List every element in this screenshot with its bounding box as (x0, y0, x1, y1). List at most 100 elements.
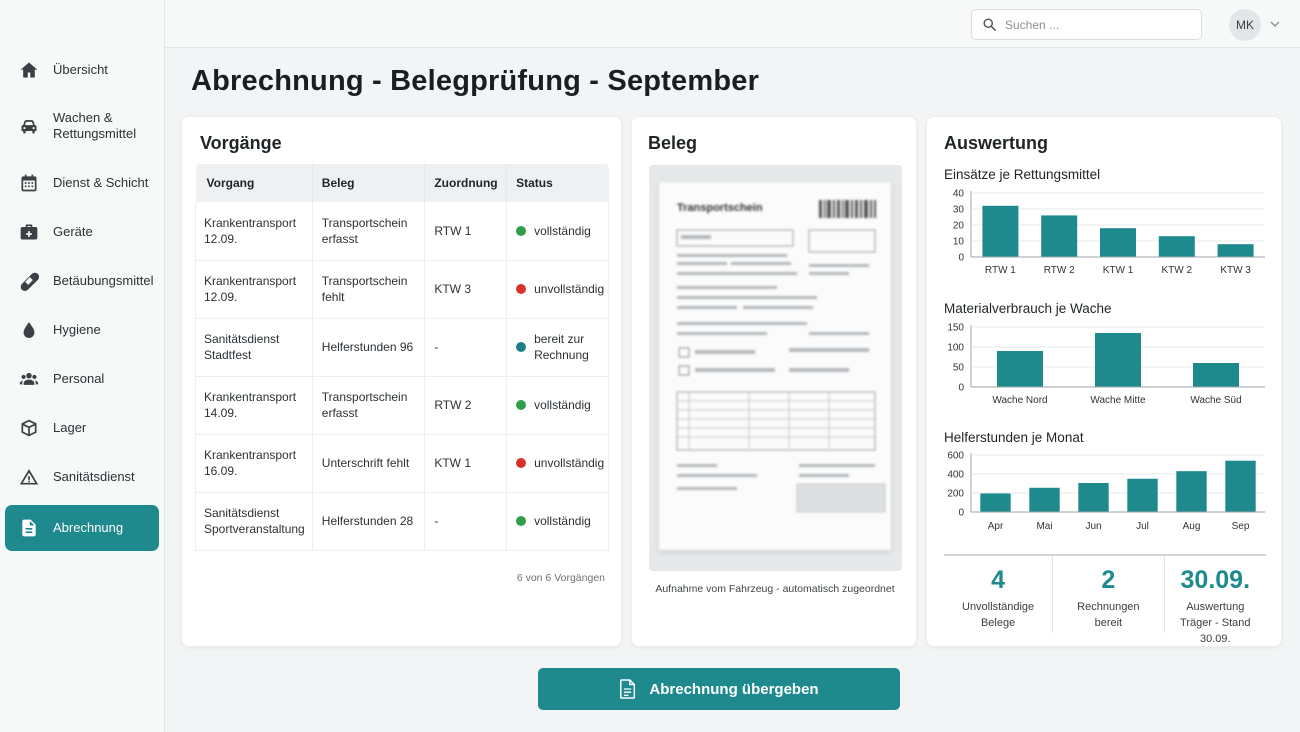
chart-bar (1158, 236, 1195, 257)
sidebar-item-label: Geräte (53, 223, 93, 239)
sidebar-item-label: Übersicht (53, 61, 108, 77)
table-footer-count: 6 von 6 Vorgängen (516, 572, 605, 584)
sidebar-item-betaeubungsmittel[interactable]: Betäubungsmittel (5, 256, 159, 305)
cell-beleg: Unterschrift fehlt (312, 434, 426, 493)
sidebar-item-label: Personal (53, 370, 105, 386)
status-label: vollständig (534, 223, 591, 238)
y-tick-label: 150 (947, 323, 964, 334)
sidebar-item-label: Wachen & Rettungsmittel (53, 110, 137, 141)
table-row[interactable]: Krankentransport 12.09. Transportschein f… (195, 260, 609, 319)
summary-stats: 4 Unvollständige Belege 2 Rechnungen ber… (944, 554, 1266, 645)
chart-bar (1095, 333, 1141, 387)
warning-triangle-icon (19, 467, 39, 487)
cell-zuordnung: RTW 1 (424, 202, 508, 261)
cell-vorgang: Sanitätsdienst Sportveranstaltung (195, 492, 313, 551)
table-row[interactable]: Sanitätsdienst Stadtfest Helferstunden 96… (195, 318, 609, 377)
avatar[interactable]: MK (1229, 9, 1261, 41)
cell-beleg: Transportschein erfasst (312, 376, 426, 435)
chart-bar (1217, 244, 1254, 257)
sidebar-item-geraete[interactable]: Geräte (5, 207, 159, 256)
vorgaenge-table: Vorgang Beleg Zuordnung Status Krankentr… (195, 164, 609, 551)
sidebar-item-wachen[interactable]: Wachen & Rettungsmittel (5, 94, 159, 158)
x-tick-label: RTW 1 (985, 265, 1016, 276)
cell-vorgang: Krankentransport 14.09. (195, 376, 313, 435)
chevron-down-icon[interactable] (1269, 18, 1281, 30)
chart-helferstunden: 0 200 400 600 Apr Mai Jun Jul Aug Sep (947, 451, 1265, 532)
search-input[interactable] (1005, 17, 1185, 32)
chart-bar (997, 351, 1043, 387)
column-header-status[interactable]: Status (506, 164, 609, 202)
sidebar-item-uebersicht[interactable]: Übersicht (5, 45, 159, 94)
cell-zuordnung: - (424, 492, 508, 551)
status-label: vollständig (534, 514, 591, 528)
cell-beleg: Helferstunden 96 (312, 318, 426, 377)
column-header-beleg[interactable]: Beleg (312, 164, 426, 202)
chart-bar (1225, 460, 1256, 512)
chart-bar (1193, 363, 1239, 387)
stat-label: Unvollständige Belege (962, 601, 1035, 629)
pill-icon (19, 271, 39, 291)
status-dot-icon (516, 516, 527, 526)
table-header-row: Vorgang Beleg Zuordnung Status (195, 164, 609, 202)
auswertung-title: Auswertung (944, 133, 1049, 153)
x-tick-label: Jun (1085, 521, 1101, 532)
status-dot-icon (516, 458, 527, 468)
vorgaenge-card: Vorgänge Vorgang Beleg Zuordnung Status … (181, 116, 622, 647)
table-row[interactable]: Krankentransport 16.09. Unterschrift fehl… (195, 434, 609, 493)
y-tick-label: 10 (953, 237, 965, 248)
document-preview[interactable]: Transportschein (649, 165, 902, 571)
table-row[interactable]: Krankentransport 14.09. Transportschein e… (195, 376, 609, 435)
sidebar-item-label: Abrechnung (53, 520, 124, 535)
x-tick-label: Wache Süd (1190, 395, 1241, 406)
stat-auswertung-traeger: 30.09. Auswertung Träger - Stand 30.09. (1165, 556, 1266, 645)
cell-vorgang: Sanitätsdienst Stadtfest (195, 318, 313, 377)
sidebar-item-label: Sanitätsdienst (53, 468, 135, 484)
sidebar-nav: Übersicht Wachen & Rettungsmittel Dienst… (0, 0, 164, 551)
cell-status: bereit zur Rechnung (506, 318, 609, 377)
sidebar-item-dienst[interactable]: Dienst & Schicht (5, 158, 159, 207)
chart-bar (1127, 478, 1158, 512)
y-tick-label: 50 (953, 363, 965, 374)
table-row[interactable]: Krankentransport 12.09. Transportschein e… (195, 202, 609, 261)
y-tick-label: 0 (958, 383, 964, 394)
document-image: Transportschein (659, 182, 891, 550)
cell-zuordnung: KTW 1 (424, 434, 508, 493)
stat-value: 30.09. (1180, 566, 1251, 594)
stat-rechnungen: 2 Rechnungen bereit (1053, 556, 1165, 633)
chart-bar (982, 205, 1019, 257)
ambulance-car-icon (19, 116, 39, 136)
status-label: bereit zur Rechnung (534, 332, 589, 362)
sidebar-item-lager[interactable]: Lager (5, 403, 159, 452)
cell-status: vollständig (506, 492, 609, 551)
column-header-vorgang[interactable]: Vorgang (195, 164, 313, 202)
cell-status: unvollständig (506, 260, 609, 319)
sidebar-item-abrechnung[interactable]: Abrechnung (5, 505, 159, 551)
sidebar-item-hygiene[interactable]: Hygiene (5, 305, 159, 354)
cell-zuordnung: - (424, 318, 508, 377)
status-dot-icon (516, 400, 527, 410)
status-dot-icon (516, 284, 527, 294)
search-box[interactable] (971, 9, 1202, 40)
y-tick-label: 400 (947, 470, 964, 481)
document-icon (19, 518, 39, 538)
document-icon (620, 679, 636, 699)
chart-bar (1029, 487, 1060, 512)
table-row[interactable]: Sanitätsdienst Sportveranstaltung Helfers… (195, 492, 609, 551)
vorgaenge-title: Vorgänge (200, 133, 282, 153)
column-header-zuordnung[interactable]: Zuordnung (424, 164, 508, 202)
sidebar-item-label: Lager (53, 419, 87, 435)
x-tick-label: RTW 2 (1044, 265, 1075, 276)
calendar-icon (19, 173, 39, 193)
home-icon (19, 60, 39, 80)
sidebar-item-sanitaetsdienst[interactable]: Sanitätsdienst (5, 452, 159, 501)
sidebar-item-personal[interactable]: Personal (5, 354, 159, 403)
chart-title-material: Materialverbrauch je Wache (944, 301, 1112, 316)
y-tick-label: 20 (953, 221, 965, 232)
topbar: MK (165, 0, 1300, 48)
submit-abrechnung-button[interactable]: Abrechnung übergeben (538, 668, 900, 710)
x-tick-label: KTW 1 (1103, 265, 1134, 276)
beleg-title: Beleg (648, 133, 698, 153)
cell-zuordnung: KTW 3 (424, 260, 508, 319)
y-tick-label: 200 (947, 489, 964, 500)
cell-beleg: Transportschein erfasst (312, 202, 426, 261)
